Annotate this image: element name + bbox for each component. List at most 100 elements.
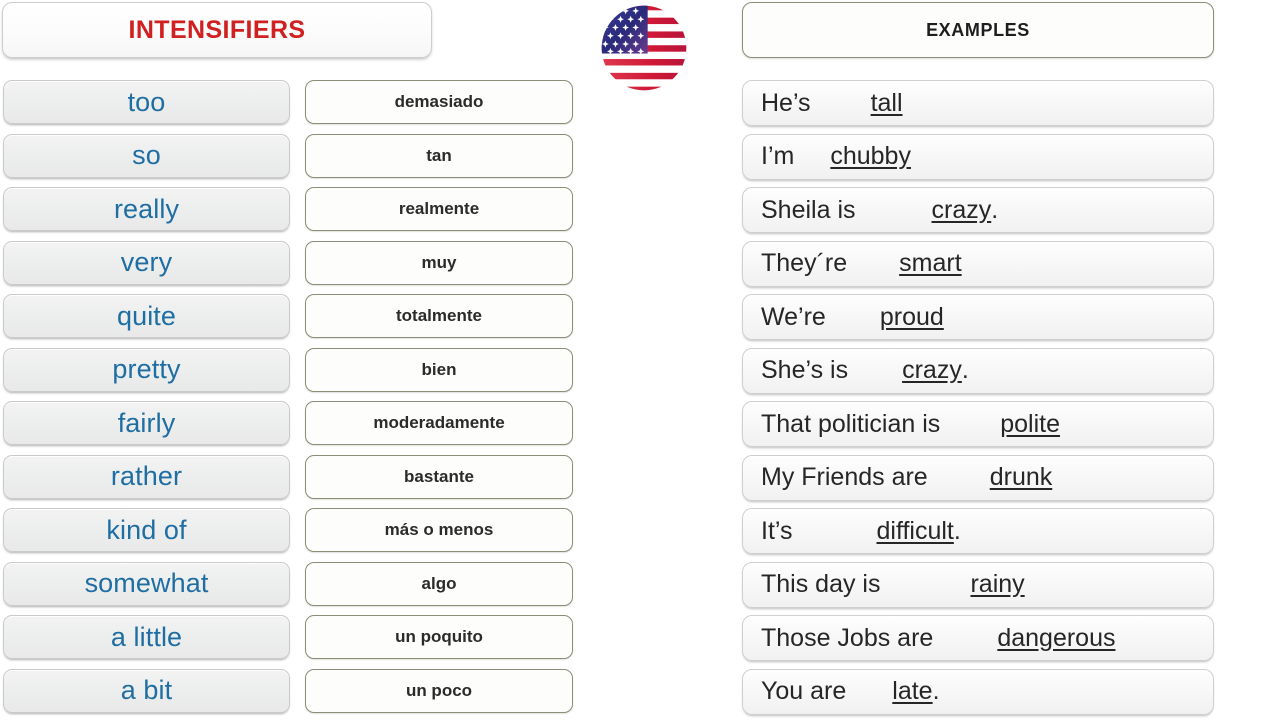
example-answer-blank[interactable]: drunk bbox=[990, 463, 1053, 492]
example-sentence: My Friends are drunk bbox=[761, 463, 1052, 492]
intensifier-card[interactable]: really bbox=[3, 187, 290, 231]
example-sentence: That politician is polite bbox=[761, 410, 1060, 439]
example-sentence: You are late. bbox=[761, 677, 940, 706]
intensifier-label: so bbox=[132, 140, 161, 170]
example-card[interactable]: We’re proud bbox=[742, 294, 1214, 340]
example-sentence: They´re smart bbox=[761, 249, 962, 278]
us-flag-circle-icon bbox=[586, 2, 702, 94]
translation-card[interactable]: bastante bbox=[305, 454, 573, 499]
intensifiers-title-bar: INTENSIFIERS bbox=[2, 2, 432, 58]
example-period: . bbox=[961, 356, 969, 384]
example-card[interactable]: It’s difficult. bbox=[742, 508, 1214, 554]
example-answer-blank[interactable]: late bbox=[892, 677, 932, 706]
page-title: INTENSIFIERS bbox=[128, 15, 306, 44]
example-answer-blank[interactable]: polite bbox=[1000, 410, 1060, 439]
example-sentence: He’s tall bbox=[761, 89, 903, 118]
example-card[interactable]: That politician is polite bbox=[742, 401, 1214, 447]
translation-label: muy bbox=[421, 252, 457, 272]
translation-label: totalmente bbox=[396, 306, 482, 325]
example-answer-blank[interactable]: tall bbox=[871, 89, 903, 118]
intensifier-label: somewhat bbox=[84, 568, 209, 598]
example-answer-blank[interactable]: chubby bbox=[830, 142, 911, 171]
intensifier-label: quite bbox=[116, 300, 177, 331]
intensifier-card[interactable]: kind of bbox=[3, 508, 290, 552]
translation-label: demasiado bbox=[394, 92, 484, 111]
example-card[interactable]: I’m chubby bbox=[742, 133, 1214, 180]
example-card[interactable]: He’s tall bbox=[742, 80, 1214, 126]
intensifier-label: fairly bbox=[117, 407, 176, 438]
example-subject: He’s bbox=[761, 88, 811, 117]
intensifier-card[interactable]: a bit bbox=[3, 668, 290, 713]
example-subject: I’m bbox=[761, 142, 795, 170]
example-card[interactable]: Those Jobs are dangerous bbox=[742, 615, 1214, 661]
translation-card[interactable]: demasiado bbox=[305, 80, 573, 124]
translation-label: algo bbox=[421, 573, 457, 593]
intensifier-card[interactable]: somewhat bbox=[3, 561, 290, 606]
example-card[interactable]: You are late. bbox=[742, 668, 1214, 715]
example-sentence: This day is rainy bbox=[761, 570, 1025, 599]
example-card[interactable]: They´re smart bbox=[742, 240, 1214, 287]
example-card[interactable]: This day is rainy bbox=[742, 561, 1214, 608]
translation-label: tan bbox=[426, 145, 452, 165]
example-answer-blank[interactable]: difficult bbox=[877, 517, 954, 546]
translation-card[interactable]: muy bbox=[305, 240, 573, 285]
intensifier-card[interactable]: so bbox=[3, 133, 290, 178]
example-period: . bbox=[953, 516, 961, 545]
example-answer-blank[interactable]: dangerous bbox=[997, 624, 1115, 653]
translation-label: moderadamente bbox=[373, 413, 505, 432]
example-sentence: It’s difficult. bbox=[761, 517, 961, 546]
intensifier-label: a bit bbox=[120, 675, 173, 705]
intensifier-card[interactable]: rather bbox=[3, 454, 290, 499]
example-period: . bbox=[932, 677, 940, 705]
translation-card[interactable]: un poquito bbox=[305, 615, 573, 659]
example-period: . bbox=[991, 195, 999, 224]
translation-card[interactable]: totalmente bbox=[305, 294, 573, 338]
example-answer-blank[interactable]: rainy bbox=[970, 570, 1024, 599]
example-answer-blank[interactable]: proud bbox=[880, 303, 944, 332]
examples-title: EXAMPLES bbox=[926, 19, 1030, 40]
example-subject: They´re bbox=[761, 249, 848, 277]
example-answer-blank[interactable]: smart bbox=[899, 249, 962, 278]
intensifier-card[interactable]: pretty bbox=[3, 347, 290, 392]
example-subject: This day is bbox=[761, 570, 881, 598]
intensifier-card[interactable]: fairly bbox=[3, 401, 290, 445]
example-sentence: I’m chubby bbox=[761, 142, 911, 171]
example-subject: We’re bbox=[761, 302, 826, 331]
intensifier-card[interactable]: quite bbox=[3, 294, 290, 338]
translation-card[interactable]: bien bbox=[305, 347, 573, 392]
translation-label: un poquito bbox=[395, 627, 483, 646]
example-answer-blank[interactable]: crazy bbox=[932, 196, 992, 225]
example-card[interactable]: My Friends are drunk bbox=[742, 454, 1214, 501]
example-subject: She’s is bbox=[761, 356, 849, 384]
intensifier-label: pretty bbox=[112, 354, 181, 384]
intensifier-label: too bbox=[127, 86, 166, 117]
example-sentence: We’re proud bbox=[761, 303, 944, 332]
intensifier-card[interactable]: too bbox=[3, 80, 290, 124]
example-card[interactable]: She’s is crazy. bbox=[742, 347, 1214, 394]
translation-card[interactable]: algo bbox=[305, 561, 573, 606]
example-card[interactable]: Sheila is crazy. bbox=[742, 187, 1214, 233]
translation-card[interactable]: tan bbox=[305, 133, 573, 178]
intensifier-label: kind of bbox=[106, 514, 187, 545]
translation-label: más o menos bbox=[384, 520, 494, 539]
intensifier-label: very bbox=[120, 247, 173, 277]
translation-card[interactable]: más o menos bbox=[305, 508, 573, 552]
translation-label: bien bbox=[421, 359, 457, 379]
example-answer-blank[interactable]: crazy bbox=[902, 356, 962, 385]
translation-label: un poco bbox=[405, 680, 473, 700]
intensifier-card[interactable]: very bbox=[3, 240, 290, 285]
example-subject: That politician is bbox=[761, 409, 941, 438]
translation-card[interactable]: un poco bbox=[305, 668, 573, 713]
translation-card[interactable]: moderadamente bbox=[305, 401, 573, 445]
example-subject: My Friends are bbox=[761, 463, 928, 491]
example-sentence: Sheila is crazy. bbox=[761, 196, 998, 225]
worksheet-stage: INTENSIFIERS EXAMPLES too so really very… bbox=[0, 0, 1280, 720]
intensifier-label: rather bbox=[110, 461, 183, 491]
example-sentence: Those Jobs are dangerous bbox=[761, 624, 1115, 653]
translation-card[interactable]: realmente bbox=[305, 187, 573, 231]
example-subject: Those Jobs are bbox=[761, 623, 934, 652]
intensifier-label: really bbox=[113, 193, 180, 224]
example-sentence: She’s is crazy. bbox=[761, 356, 969, 385]
example-subject: Sheila is bbox=[761, 195, 856, 224]
intensifier-card[interactable]: a little bbox=[3, 615, 290, 659]
